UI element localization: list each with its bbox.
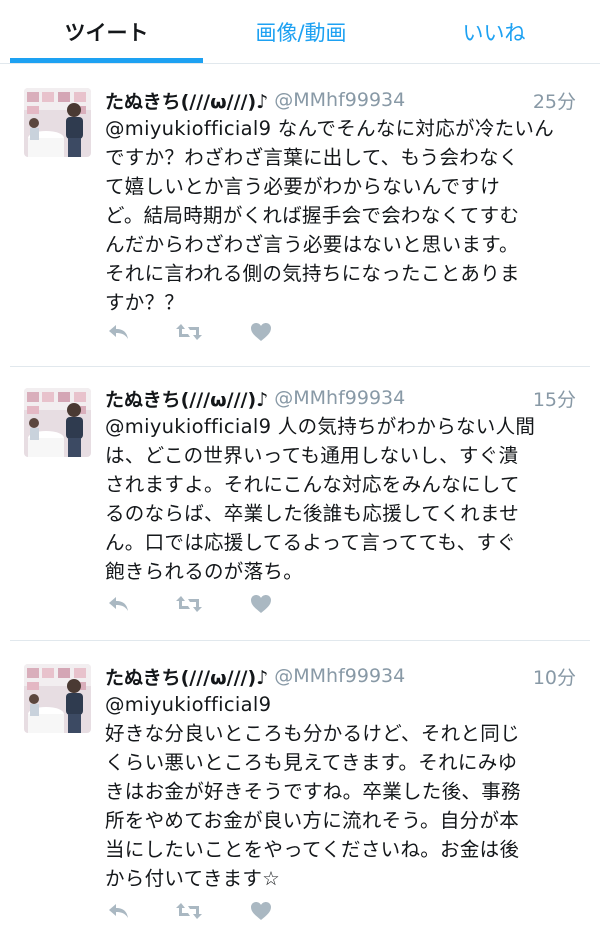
- tweet-header: たぬきち(///ω///)♪ @MMhf99934 15分: [105, 384, 576, 412]
- retweet-button[interactable]: [175, 897, 203, 925]
- reply-button[interactable]: [105, 318, 133, 346]
- avatar[interactable]: [24, 664, 91, 733]
- like-button[interactable]: [247, 590, 275, 618]
- timestamp[interactable]: 25分: [533, 87, 576, 114]
- display-name[interactable]: たぬきち(///ω///)♪: [105, 385, 268, 412]
- like-button[interactable]: [247, 318, 275, 346]
- tweet-text: @miyukiofficial9 人の気持ちがわからない人間 は、どこの世界いっ…: [105, 415, 536, 583]
- tab-tweets[interactable]: ツイート: [10, 0, 203, 64]
- heart-icon: [251, 595, 271, 613]
- avatar[interactable]: [24, 388, 91, 457]
- reply-icon: [109, 904, 128, 918]
- user-handle[interactable]: @MMhf99934: [274, 89, 405, 111]
- active-tab-indicator: [10, 58, 203, 63]
- tweet-header: たぬきち(///ω///)♪ @MMhf99934 10分: [105, 662, 576, 690]
- avatar-photo: [24, 388, 91, 457]
- profile-tabs: ツイート 画像/動画 いいね: [0, 0, 600, 64]
- reply-button[interactable]: [105, 897, 133, 925]
- user-handle[interactable]: @MMhf99934: [274, 387, 405, 409]
- tweet-header: たぬきち(///ω///)♪ @MMhf99934 25分: [105, 86, 576, 114]
- retweet-icon: [176, 903, 202, 919]
- timestamp[interactable]: 10分: [533, 663, 576, 690]
- reply-icon: [109, 325, 128, 339]
- divider: [10, 366, 590, 367]
- like-button[interactable]: [247, 897, 275, 925]
- user-handle[interactable]: @MMhf99934: [274, 665, 405, 687]
- tab-media[interactable]: 画像/動画: [203, 0, 399, 64]
- timestamp[interactable]: 15分: [533, 385, 576, 412]
- reply-button[interactable]: [105, 590, 133, 618]
- retweet-icon: [176, 324, 202, 340]
- divider: [10, 640, 590, 641]
- avatar[interactable]: [24, 88, 91, 157]
- tweet-text: @miyukiofficial9 好きな分良いところも分かるけど、それと同じ く…: [105, 693, 521, 890]
- reply-icon: [109, 597, 128, 611]
- retweet-icon: [176, 596, 202, 612]
- retweet-button[interactable]: [175, 318, 203, 346]
- avatar-photo: [24, 664, 91, 733]
- heart-icon: [251, 902, 271, 920]
- display-name[interactable]: たぬきち(///ω///)♪: [105, 663, 268, 690]
- heart-icon: [251, 323, 271, 341]
- avatar-photo: [24, 88, 91, 157]
- tweet-text: @miyukiofficial9 なんでそんなに対応が冷たいん ですか？わざわざ…: [105, 117, 555, 314]
- display-name[interactable]: たぬきち(///ω///)♪: [105, 87, 268, 114]
- retweet-button[interactable]: [175, 590, 203, 618]
- tab-likes[interactable]: いいね: [399, 0, 589, 64]
